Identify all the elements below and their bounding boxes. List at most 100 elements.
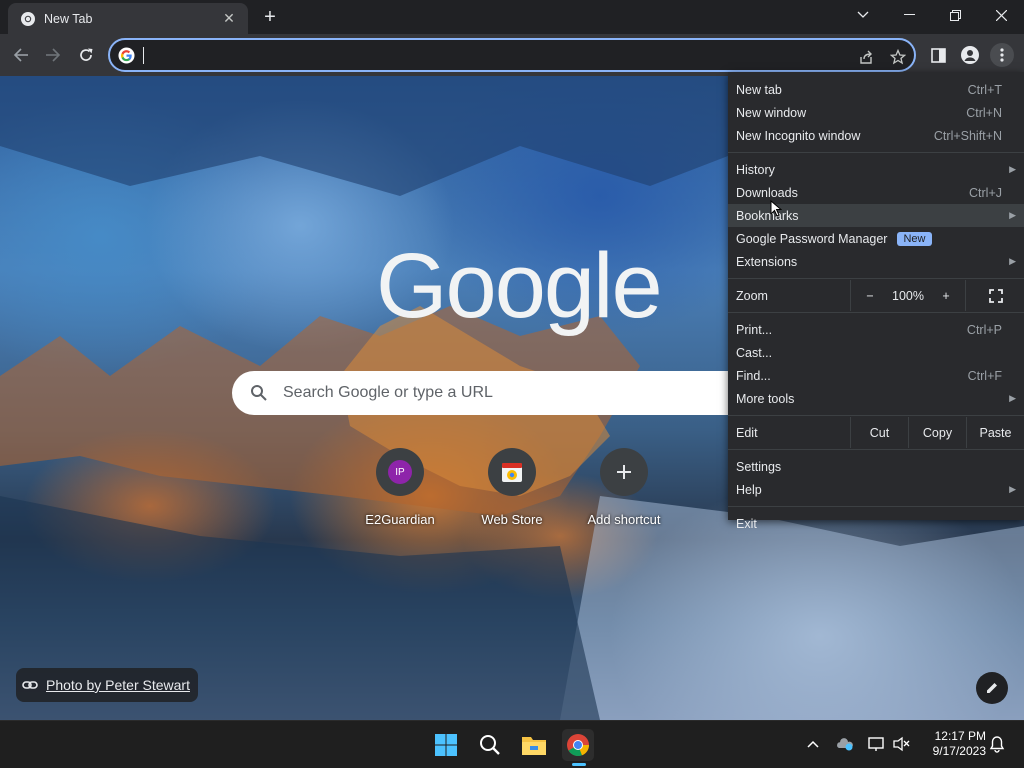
- menu-divider: [728, 278, 1024, 279]
- restore-button[interactable]: [932, 0, 978, 30]
- notification-bell-icon[interactable]: [986, 733, 1008, 755]
- new-tab-button[interactable]: +: [258, 6, 282, 28]
- web-store-icon: [502, 463, 522, 482]
- photo-attribution-link[interactable]: Photo by Peter Stewart: [16, 668, 198, 702]
- share-icon[interactable]: [856, 47, 876, 67]
- close-icon[interactable]: ✕: [220, 10, 238, 27]
- customize-chrome-button[interactable]: [976, 672, 1008, 704]
- shortcut-text: Ctrl+J: [969, 185, 1002, 200]
- shortcut-label: Web Store: [481, 512, 543, 527]
- submenu-arrow-icon: ▶: [1009, 164, 1016, 174]
- shortcut-icon-circle: [600, 448, 648, 496]
- menu-item-new-incognito-window[interactable]: New Incognito window Ctrl+Shift+N: [728, 124, 1024, 147]
- clock-time: 12:17 PM: [934, 729, 986, 743]
- shortcut-text: Ctrl+N: [966, 105, 1002, 120]
- menu-item-new-window[interactable]: New window Ctrl+N: [728, 101, 1024, 124]
- new-badge: New: [897, 231, 932, 246]
- file-explorer-icon[interactable]: [518, 729, 550, 761]
- shortcut-label: E2Guardian: [365, 512, 435, 527]
- kebab-menu-icon[interactable]: [990, 43, 1014, 67]
- attribution-text: Photo by Peter Stewart: [46, 677, 190, 693]
- edit-controls: Cut Copy Paste: [850, 417, 1024, 448]
- volume-muted-icon[interactable]: [890, 733, 912, 755]
- e2guardian-icon: IP: [388, 460, 412, 484]
- shortcut-text: Ctrl+T: [967, 82, 1002, 97]
- zoom-level: 100%: [892, 288, 924, 303]
- show-hidden-icons-icon[interactable]: [802, 733, 824, 755]
- menu-item-history[interactable]: History ▶: [728, 158, 1024, 181]
- bookmark-star-icon[interactable]: [888, 47, 908, 67]
- side-panel-icon[interactable]: [926, 43, 950, 67]
- zoom-out-button[interactable]: −: [851, 280, 889, 311]
- taskbar: 12:17 PM 9/17/2023: [0, 720, 1024, 768]
- onedrive-icon[interactable]: [834, 733, 856, 755]
- tab-title: New Tab: [44, 11, 93, 26]
- menu-item-extensions[interactable]: Extensions ▶: [728, 250, 1024, 273]
- menu-row-zoom: Zoom − 100% +: [728, 280, 1024, 311]
- submenu-arrow-icon: ▶: [1009, 210, 1016, 220]
- menu-item-exit[interactable]: Exit: [728, 512, 1024, 535]
- tab-search-icon[interactable]: [840, 0, 886, 30]
- chrome-taskbar-icon[interactable]: [562, 729, 594, 761]
- zoom-controls: − 100% +: [850, 280, 1024, 311]
- omnibox[interactable]: [108, 38, 916, 72]
- link-icon: [22, 681, 38, 689]
- menu-item-new-tab[interactable]: New tab Ctrl+T: [728, 78, 1024, 101]
- menu-item-find[interactable]: Find... Ctrl+F: [728, 364, 1024, 387]
- menu-item-print[interactable]: Print... Ctrl+P: [728, 318, 1024, 341]
- menu-item-password-manager[interactable]: Google Password Manager New: [728, 227, 1024, 250]
- chrome-menu: New tab Ctrl+T New window Ctrl+N New Incog…: [728, 72, 1024, 531]
- search-icon[interactable]: [474, 729, 506, 761]
- menu-item-help[interactable]: Help ▶: [728, 478, 1024, 501]
- reload-icon[interactable]: [74, 43, 98, 67]
- pencil-icon: [987, 683, 997, 693]
- add-shortcut-button[interactable]: Add shortcut: [568, 448, 680, 527]
- profile-avatar-icon[interactable]: [958, 43, 982, 67]
- toolbar: [0, 34, 1024, 76]
- close-window-button[interactable]: [978, 0, 1024, 30]
- google-g-icon: [118, 47, 135, 64]
- system-clock[interactable]: 12:17 PM 9/17/2023: [918, 729, 986, 759]
- network-icon[interactable]: [866, 733, 888, 755]
- fullscreen-icon[interactable]: [965, 280, 1024, 311]
- omnibox-input[interactable]: [144, 44, 824, 66]
- chrome-icon: [21, 11, 35, 26]
- back-arrow-icon[interactable]: [9, 43, 33, 67]
- shortcut-web-store[interactable]: Web Store: [456, 448, 568, 527]
- shortcut-label: Add shortcut: [587, 512, 661, 527]
- shortcut-text: Ctrl+Shift+N: [933, 128, 1002, 143]
- windows-start-icon[interactable]: [430, 729, 462, 761]
- zoom-in-button[interactable]: +: [927, 280, 965, 311]
- cut-button[interactable]: Cut: [850, 417, 908, 448]
- window-controls: [840, 0, 1024, 30]
- menu-divider: [728, 415, 1024, 416]
- search-icon: [251, 385, 267, 401]
- plus-icon: [617, 465, 631, 479]
- menu-item-settings[interactable]: Settings: [728, 455, 1024, 478]
- zoom-label: Zoom: [736, 288, 768, 303]
- minimize-button[interactable]: [886, 0, 932, 30]
- tab-new-tab[interactable]: New Tab ✕: [8, 3, 248, 34]
- search-box[interactable]: Search Google or type a URL: [232, 371, 792, 415]
- submenu-arrow-icon: ▶: [1009, 393, 1016, 403]
- mouse-cursor-icon: [770, 200, 782, 217]
- shortcut-icon-circle: IP: [376, 448, 424, 496]
- copy-button[interactable]: Copy: [908, 417, 966, 448]
- menu-row-edit: Edit Cut Copy Paste: [728, 417, 1024, 448]
- shortcut-text: Ctrl+F: [967, 368, 1002, 383]
- submenu-arrow-icon: ▶: [1009, 484, 1016, 494]
- menu-divider: [728, 506, 1024, 507]
- edit-label: Edit: [736, 425, 758, 440]
- paste-button[interactable]: Paste: [966, 417, 1024, 448]
- submenu-arrow-icon: ▶: [1009, 256, 1016, 266]
- menu-divider: [728, 449, 1024, 450]
- shortcut-text: Ctrl+P: [966, 322, 1002, 337]
- shortcut-icon-circle: [488, 448, 536, 496]
- forward-arrow-icon[interactable]: [41, 43, 65, 67]
- menu-item-more-tools[interactable]: More tools ▶: [728, 387, 1024, 410]
- search-placeholder: Search Google or type a URL: [283, 384, 493, 401]
- active-app-indicator: [572, 763, 586, 766]
- shortcut-e2guardian[interactable]: IP E2Guardian: [344, 448, 456, 527]
- menu-divider: [728, 152, 1024, 153]
- menu-item-cast[interactable]: Cast...: [728, 341, 1024, 364]
